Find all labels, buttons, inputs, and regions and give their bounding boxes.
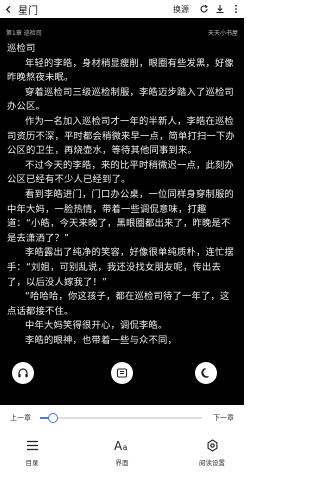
reading-area[interactable]: 第1章 巡检司 天天小书屋 巡检司 年轻的李皓，身材稍显瘦削，眼圈有些发黑，好像… bbox=[0, 18, 244, 405]
progress-slider-handle[interactable] bbox=[47, 413, 58, 423]
paragraph: 作为一名加入巡检司才一年的半新人，李皓在巡检司资历不深，平时都会稍微来早一点，简… bbox=[7, 115, 235, 157]
next-chapter-button[interactable]: 下一章 bbox=[213, 413, 234, 423]
back-button[interactable] bbox=[0, 0, 16, 18]
paragraph: 李皓露出了纯净的笑容，好像很单纯质朴，连忙摆手：“刘姐，可别乱说，我还没找女朋友… bbox=[7, 247, 234, 288]
headphones-icon bbox=[18, 368, 28, 378]
reading-settings-label: 阅读设置 bbox=[199, 459, 225, 467]
previous-chapter-button[interactable]: 上一章 bbox=[10, 413, 31, 423]
chapter-text: 巡检司 年轻的李皓，身材稍显瘦削，眼圈有些发黑，好像昨晚熬夜未眠。 穿着巡检司三… bbox=[7, 42, 237, 348]
reading-settings-button[interactable]: 阅读设置 bbox=[194, 429, 230, 480]
back-arrow-icon bbox=[5, 5, 10, 13]
moon-icon bbox=[201, 368, 209, 378]
bookmark-icon bbox=[116, 368, 128, 378]
progress-slider[interactable] bbox=[40, 413, 202, 423]
font-label: 界面 bbox=[115, 459, 129, 467]
paragraph: 李皓的眼神，也带着一些与众不同， bbox=[25, 334, 177, 346]
paragraph: 年轻的李皓，身材稍显瘦削，眼圈有些发黑，好像昨晚熬夜未眠。 bbox=[7, 57, 234, 84]
font-button[interactable]: Aa 界面 bbox=[104, 429, 140, 480]
refresh-button[interactable] bbox=[196, 0, 212, 18]
font-size-icon: Aa bbox=[114, 439, 128, 452]
paragraph: 不过今天的李皓，来的比平时稍微迟一点，此刻办公区已经有不少人已经到了。 bbox=[7, 159, 234, 186]
download-button[interactable] bbox=[212, 0, 228, 18]
settings-gear-icon bbox=[207, 438, 217, 452]
chapter-title: 巡检司 bbox=[7, 43, 36, 54]
download-icon bbox=[216, 5, 224, 14]
paragraph: “哈哈哈，你这孩子，都在巡检司待了一年了，这点话都接不住。 bbox=[7, 291, 230, 317]
listen-button[interactable] bbox=[12, 362, 34, 384]
svg-text:a: a bbox=[123, 443, 128, 452]
menu-list-icon bbox=[26, 440, 38, 450]
night-mode-button[interactable] bbox=[195, 362, 217, 384]
bottom-toolbar: 目录 Aa 界面 阅读设置 bbox=[0, 429, 244, 480]
swap-source-button[interactable]: 换源 bbox=[173, 4, 189, 15]
chapter-progress-bar: 上一章 下一章 bbox=[0, 405, 244, 429]
catalog-button[interactable]: 目录 bbox=[14, 429, 50, 480]
paragraph: 穿着巡检司三级巡检制服，李皓迈步踏入了巡检司办公区。 bbox=[7, 86, 234, 113]
paragraph: 中年大妈笑得很开心，调侃李皓。 bbox=[25, 320, 168, 332]
catalog-label: 目录 bbox=[25, 459, 39, 467]
source-name: 天天小书屋 bbox=[207, 30, 238, 37]
more-menu-button[interactable] bbox=[228, 0, 244, 18]
paragraph: 看到李皓进门，门口办公桌，一位同样身穿制服的中年大妈，一脸热情，带着一些调侃意味… bbox=[7, 188, 234, 244]
bookmark-button[interactable] bbox=[111, 362, 133, 384]
top-app-bar: 星门 换源 bbox=[0, 0, 244, 18]
book-title: 星门 bbox=[18, 5, 38, 17]
more-vertical-icon bbox=[235, 4, 237, 14]
chapter-header: 第1章 巡检司 bbox=[6, 30, 42, 37]
refresh-icon bbox=[200, 4, 208, 13]
